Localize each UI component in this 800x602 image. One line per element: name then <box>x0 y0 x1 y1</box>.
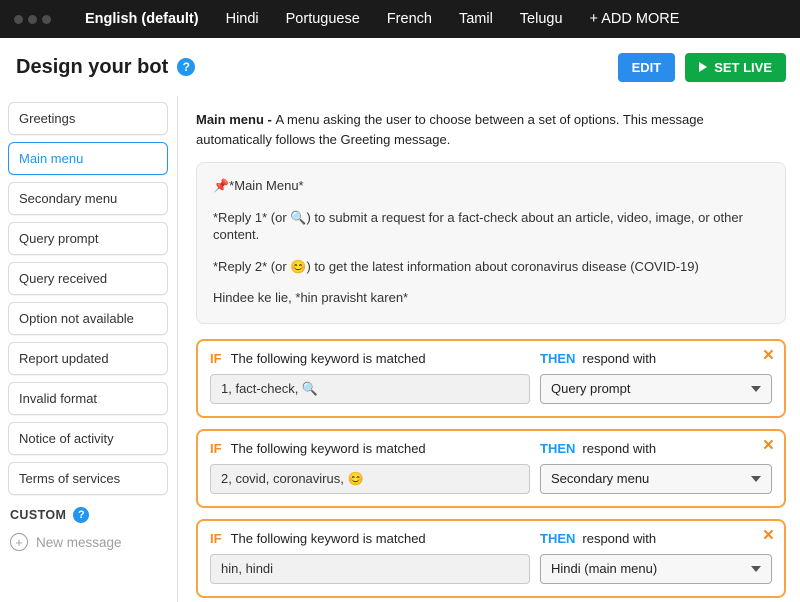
window-dot-icon <box>14 15 23 24</box>
if-text: The following keyword is matched <box>231 531 426 546</box>
keyword-rule: IF The following keyword is matched THEN r… <box>196 519 786 598</box>
if-label: IF <box>210 351 222 366</box>
help-icon[interactable]: ? <box>177 58 195 76</box>
then-text: respond with <box>582 351 656 366</box>
custom-label: CUSTOM <box>10 508 66 522</box>
sidebar-item-greetings[interactable]: Greetings <box>8 102 168 135</box>
tab-language-french[interactable]: French <box>387 11 432 27</box>
sidebar-item-report-updated[interactable]: Report updated <box>8 342 168 375</box>
then-label: THEN <box>540 351 575 366</box>
sidebar-item-notice-of-activity[interactable]: Notice of activity <box>8 422 168 455</box>
response-select[interactable]: Secondary menu <box>540 464 772 494</box>
sidebar-item-option-not-available[interactable]: Option not available <box>8 302 168 335</box>
message-description-title: Main menu - <box>196 112 275 127</box>
preview-line: 📌*Main Menu* <box>213 177 769 195</box>
tab-language-english-default[interactable]: English (default) <box>85 11 199 27</box>
language-tabs: English (default) Hindi Portuguese Frenc… <box>85 11 679 27</box>
message-sidebar: Greetings Main menu Secondary menu Query… <box>0 96 178 602</box>
sidebar-item-invalid-format[interactable]: Invalid format <box>8 382 168 415</box>
page-header: Design your bot ? EDIT SET LIVE <box>0 38 800 96</box>
window-controls <box>14 15 51 24</box>
keyword-rule: IF The following keyword is matched THEN r… <box>196 429 786 508</box>
keyword-input[interactable] <box>210 464 530 494</box>
then-label: THEN <box>540 441 575 456</box>
window-dot-icon <box>42 15 51 24</box>
if-text: The following keyword is matched <box>231 441 426 456</box>
close-icon[interactable]: × <box>763 346 774 365</box>
tab-language-telugu[interactable]: Telugu <box>520 11 563 27</box>
tab-language-tamil[interactable]: Tamil <box>459 11 493 27</box>
custom-help-icon[interactable]: ? <box>73 507 89 523</box>
set-live-button[interactable]: SET LIVE <box>685 53 786 82</box>
sidebar-item-main-menu[interactable]: Main menu <box>8 142 168 175</box>
response-select[interactable]: Query prompt <box>540 374 772 404</box>
message-preview: 📌*Main Menu* *Reply 1* (or 🔍) to submit … <box>196 162 786 324</box>
sidebar-item-query-received[interactable]: Query received <box>8 262 168 295</box>
add-language-button[interactable]: + ADD MORE <box>590 11 680 27</box>
keyword-rule: IF The following keyword is matched THEN r… <box>196 339 786 418</box>
preview-line: Hindee ke lie, *hin pravisht karen* <box>213 289 769 307</box>
response-select[interactable]: Hindi (main menu) <box>540 554 772 584</box>
if-label: IF <box>210 441 222 456</box>
sidebar-item-secondary-menu[interactable]: Secondary menu <box>8 182 168 215</box>
tab-language-portuguese[interactable]: Portuguese <box>286 11 360 27</box>
if-label: IF <box>210 531 222 546</box>
keyword-input[interactable] <box>210 374 530 404</box>
message-editor-panel: Main menu - A menu asking the user to ch… <box>178 96 800 602</box>
preview-line: *Reply 1* (or 🔍) to submit a request for… <box>213 209 769 244</box>
then-text: respond with <box>582 531 656 546</box>
custom-section-header: CUSTOM ? <box>10 507 166 523</box>
tab-language-hindi[interactable]: Hindi <box>226 11 259 27</box>
new-message-label: New message <box>36 535 122 550</box>
preview-line: *Reply 2* (or 😊) to get the latest infor… <box>213 258 769 276</box>
keyword-input[interactable] <box>210 554 530 584</box>
chevron-down-icon <box>751 566 761 572</box>
if-text: The following keyword is matched <box>231 351 426 366</box>
sidebar-item-terms-of-services[interactable]: Terms of services <box>8 462 168 495</box>
edit-button[interactable]: EDIT <box>618 53 676 82</box>
language-bar: English (default) Hindi Portuguese Frenc… <box>0 0 800 38</box>
sidebar-item-query-prompt[interactable]: Query prompt <box>8 222 168 255</box>
chevron-down-icon <box>751 476 761 482</box>
set-live-label: SET LIVE <box>714 60 772 75</box>
chevron-down-icon <box>751 386 761 392</box>
window-dot-icon <box>28 15 37 24</box>
close-icon[interactable]: × <box>763 526 774 545</box>
then-text: respond with <box>582 441 656 456</box>
close-icon[interactable]: × <box>763 436 774 455</box>
page-title: Design your bot <box>16 56 168 79</box>
response-select-value: Secondary menu <box>551 471 649 486</box>
response-select-value: Query prompt <box>551 381 630 396</box>
response-select-value: Hindi (main menu) <box>551 561 657 576</box>
play-icon <box>699 62 707 72</box>
new-message-button[interactable]: + New message <box>8 531 168 553</box>
message-description: Main menu - A menu asking the user to ch… <box>196 110 781 149</box>
plus-icon: + <box>10 533 28 551</box>
then-label: THEN <box>540 531 575 546</box>
